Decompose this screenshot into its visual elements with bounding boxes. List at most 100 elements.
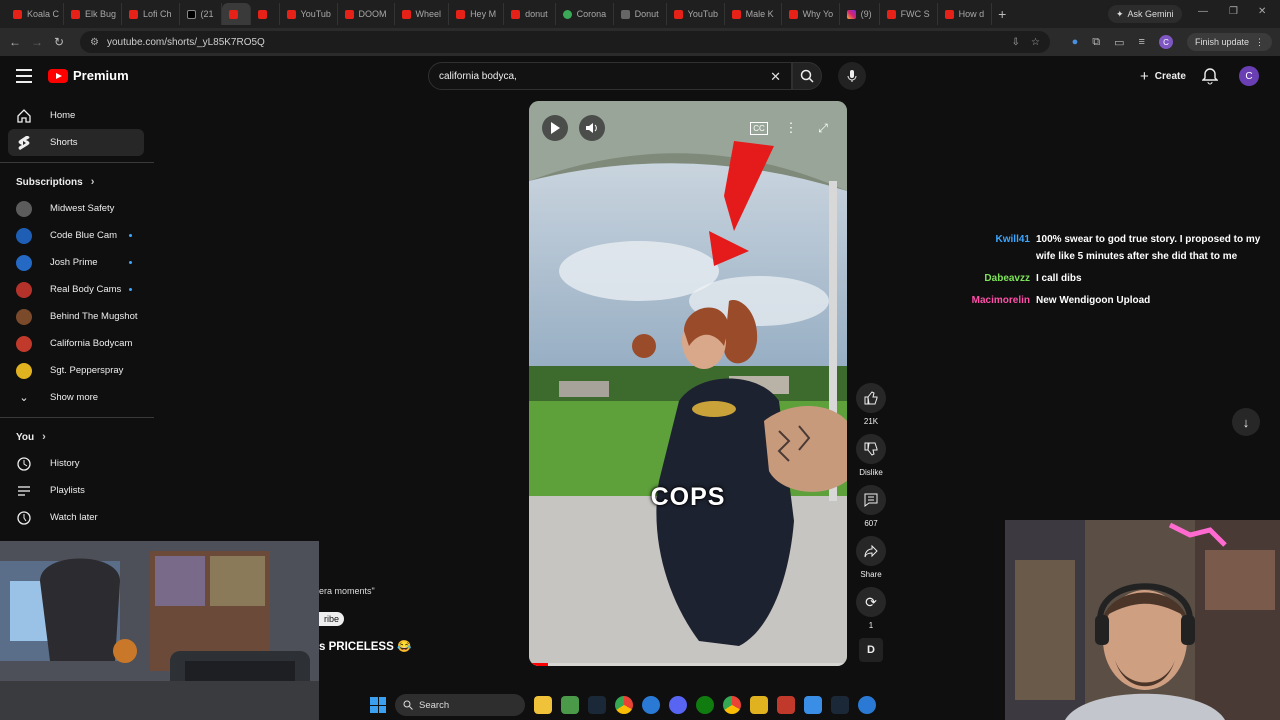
share-button[interactable] — [856, 536, 886, 566]
bookmark-star-icon[interactable]: ☆ — [1031, 37, 1040, 48]
streamer-camera-image — [1005, 520, 1280, 720]
extension-icon[interactable]: ● — [1072, 36, 1079, 48]
youtube-icon — [129, 9, 138, 19]
youtube-logo[interactable]: Premium — [48, 68, 129, 83]
play-button[interactable] — [542, 115, 568, 141]
steam-icon[interactable] — [831, 696, 849, 714]
taskbar-search[interactable]: Search — [395, 694, 525, 716]
app-icon[interactable] — [750, 696, 768, 714]
side-panel-icon[interactable]: ▭ — [1114, 36, 1124, 49]
sidebar-item-history[interactable]: History — [0, 450, 154, 477]
app-icon[interactable] — [777, 696, 795, 714]
browser-tab[interactable]: Male K — [725, 3, 782, 25]
app-icon[interactable] — [858, 696, 876, 714]
you-header[interactable]: You › — [0, 424, 154, 450]
browser-tab[interactable] — [221, 3, 251, 25]
browser-tab[interactable] — [251, 3, 280, 25]
shorts-video-player[interactable]: CC ⋮ ⤢ COPS — [529, 101, 847, 666]
sidebar-item-watch-later[interactable]: Watch later — [0, 504, 154, 531]
browser-tab-label: Donut — [634, 9, 659, 19]
comments-button[interactable] — [856, 485, 886, 515]
search-button[interactable] — [792, 62, 822, 90]
sidebar-item-playlists[interactable]: Playlists — [0, 477, 154, 504]
dislike-button[interactable] — [856, 434, 886, 464]
browser-tab[interactable]: Hey M — [449, 3, 505, 25]
home-icon — [16, 108, 32, 124]
browser-tab[interactable]: Why Yo — [782, 3, 840, 25]
browser-tab[interactable]: YouTub — [280, 3, 338, 25]
sidebar-item-channel[interactable]: Midwest Safety — [0, 195, 154, 222]
close-window-icon[interactable]: ✕ — [1258, 6, 1266, 17]
sidebar-item-channel[interactable]: Code Blue Cam — [0, 222, 154, 249]
sidebar-item-channel[interactable]: Sgt. Pepperspray — [0, 357, 154, 384]
forward-icon[interactable]: → — [26, 35, 48, 49]
captions-button[interactable]: CC — [746, 115, 772, 141]
create-button[interactable]: + Create — [1130, 63, 1196, 89]
browser-tab[interactable]: Wheel — [395, 3, 450, 25]
fullscreen-button[interactable]: ⤢ — [810, 115, 836, 141]
sidebar: Home Shorts Subscriptions › Midwest Safet… — [0, 102, 154, 531]
downloads-menu-icon[interactable]: ≡ — [1139, 36, 1145, 48]
channel-badge[interactable]: D — [859, 638, 883, 662]
dislike-label: Dislike — [859, 468, 883, 477]
browser-tab[interactable]: Corona — [556, 3, 614, 25]
remix-button[interactable]: ⟳ — [856, 587, 886, 617]
chrome-icon[interactable] — [723, 696, 741, 714]
ask-gemini-button[interactable]: ✦ Ask Gemini — [1108, 5, 1182, 23]
browser-tab[interactable]: DOOM — [338, 3, 395, 25]
menu-icon[interactable] — [16, 69, 32, 83]
new-tab-button[interactable]: + — [998, 6, 1006, 22]
profile-avatar[interactable]: C — [1158, 35, 1173, 49]
file-explorer-icon[interactable] — [534, 696, 552, 714]
windows-start-icon[interactable] — [370, 697, 386, 713]
puzzle-icon[interactable]: ⧉ — [1092, 36, 1100, 49]
chevron-down-icon: ⌄ — [19, 392, 29, 404]
sidebar-item-label: Watch later — [50, 512, 98, 523]
browser-tab[interactable]: Donut — [614, 3, 667, 25]
browser-tab[interactable]: Lofi Ch — [122, 3, 180, 25]
voice-search-button[interactable] — [838, 62, 866, 90]
finish-update-button[interactable]: Finish update ⋮ — [1186, 33, 1272, 51]
install-app-icon[interactable]: ⇩ — [1012, 37, 1020, 48]
discord-icon[interactable] — [669, 696, 687, 714]
sidebar-item-channel[interactable]: Real Body Cams — [0, 276, 154, 303]
sidebar-item-channel[interactable]: Behind The Mugshot — [0, 303, 154, 330]
volume-icon — [586, 123, 597, 133]
account-avatar[interactable]: C — [1239, 66, 1259, 86]
sidebar-item-channel[interactable]: Josh Prime — [0, 249, 154, 276]
chrome-icon[interactable] — [615, 696, 633, 714]
reload-icon[interactable]: ↻ — [48, 35, 70, 49]
back-icon[interactable]: ← — [4, 35, 26, 49]
address-bar[interactable]: ⚙ youtube.com/shorts/_yL85K7RO5Q ⇩ ☆ — [80, 31, 1050, 53]
site-info-icon[interactable]: ⚙ — [90, 37, 99, 48]
search-input[interactable]: california bodyca, ✕ — [428, 62, 792, 90]
more-options-button[interactable]: ⋮ — [778, 115, 804, 141]
next-short-button[interactable]: ↓ — [1232, 408, 1260, 436]
sidebar-item-shorts[interactable]: Shorts — [8, 129, 144, 156]
app-icon[interactable] — [561, 696, 579, 714]
sidebar-item-channel[interactable]: California Bodycam — [0, 330, 154, 357]
browser-tab[interactable]: Koala C — [6, 3, 64, 25]
browser-tab[interactable]: FWC S — [880, 3, 938, 25]
browser-tab[interactable]: (21 — [180, 3, 222, 25]
sidebar-item-home[interactable]: Home — [0, 102, 154, 129]
app-icon[interactable] — [804, 696, 822, 714]
browser-tab[interactable]: How d — [938, 3, 993, 25]
steam-icon[interactable] — [588, 696, 606, 714]
browser-tab[interactable]: YouTub — [667, 3, 725, 25]
subscriptions-header[interactable]: Subscriptions › — [0, 169, 154, 195]
notifications-bell-icon[interactable] — [1202, 67, 1218, 85]
clear-search-icon[interactable]: ✕ — [770, 69, 781, 85]
partial-subscribe-button[interactable]: ribe — [319, 612, 345, 626]
app-icon[interactable] — [642, 696, 660, 714]
like-button[interactable] — [856, 383, 886, 413]
maximize-icon[interactable]: ❐ — [1229, 6, 1238, 17]
xbox-icon[interactable] — [696, 696, 714, 714]
browser-tab[interactable]: (9) — [840, 3, 880, 25]
volume-button[interactable] — [579, 115, 605, 141]
video-progress-bar[interactable] — [529, 663, 847, 666]
minimize-icon[interactable]: — — [1198, 6, 1208, 17]
browser-tab[interactable]: Elk Bug — [64, 3, 122, 25]
show-more-button[interactable]: ⌄ Show more — [0, 384, 154, 411]
browser-tab[interactable]: donut — [504, 3, 556, 25]
